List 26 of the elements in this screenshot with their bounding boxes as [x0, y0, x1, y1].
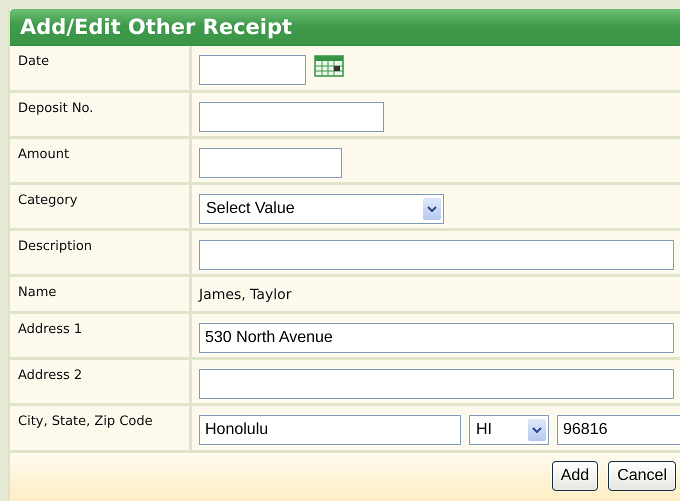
field-label: City, State, Zip Code — [18, 414, 153, 429]
field-label: Address 2 — [18, 368, 82, 383]
caret-icon — [423, 198, 441, 220]
city-field[interactable]: Honolulu — [199, 415, 461, 445]
add-button[interactable]: Add — [552, 461, 598, 491]
field-label: Description — [18, 239, 92, 254]
field-label: Date — [18, 54, 50, 69]
zip-field[interactable]: 96816 — [557, 415, 680, 445]
field-label: Address 1 — [18, 322, 82, 337]
name-value: James, Taylor — [199, 286, 292, 303]
calendar-icon — [314, 55, 344, 77]
date-field[interactable] — [199, 55, 306, 85]
state-dropdown[interactable]: HI — [469, 415, 549, 445]
caret-icon — [528, 419, 546, 441]
text-field[interactable]: 530 North Avenue — [199, 323, 674, 353]
text-field[interactable] — [199, 148, 342, 178]
field-label: Category — [18, 193, 78, 208]
cancel-button[interactable]: Cancel — [608, 461, 676, 491]
field-label: Name — [18, 285, 56, 300]
text-field[interactable] — [199, 240, 674, 270]
text-field[interactable] — [199, 102, 384, 132]
category-dropdown[interactable]: Select Value — [199, 194, 444, 224]
text-field[interactable] — [199, 369, 674, 399]
field-label: Deposit No. — [18, 101, 94, 116]
form-title: Add/Edit Other Receipt — [10, 9, 680, 46]
field-label: Amount — [18, 147, 70, 162]
